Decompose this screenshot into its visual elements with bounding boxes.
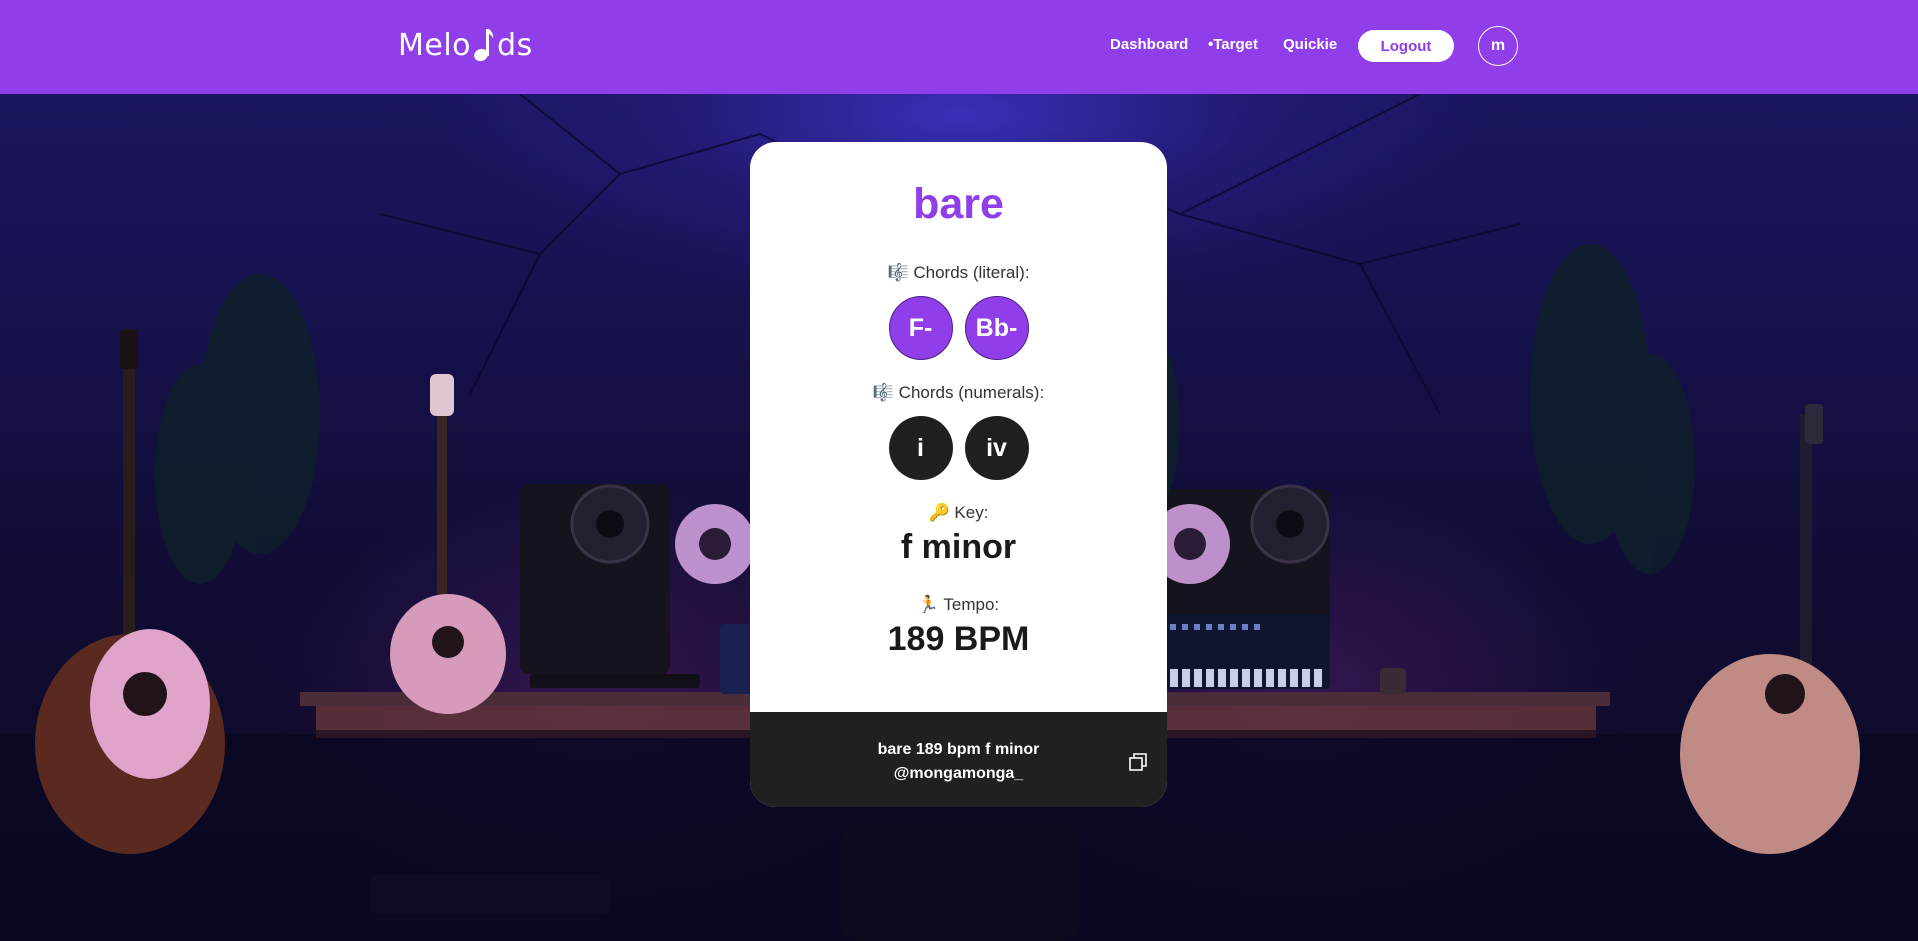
copy-icon[interactable] [1128, 752, 1148, 772]
nav-quickie-link[interactable]: Quickie [1283, 36, 1337, 53]
melochords-logo[interactable]: Melo ds [398, 23, 533, 63]
chord-literal-chip[interactable]: Bb- [964, 296, 1029, 360]
key-label: 🔑 Key: [928, 503, 989, 522]
chords-numerals-list: i iv [750, 416, 1167, 480]
logo-text-right: ds [497, 28, 533, 63]
nav-dashboard-link[interactable]: Dashboard [1110, 36, 1188, 53]
music-note-icon [474, 29, 494, 62]
card-footer: bare 189 bpm f minor @mongamonga_ [750, 712, 1167, 807]
key-value: f minor [900, 528, 1017, 566]
tempo-value: 189 BPM [887, 620, 1030, 658]
nav-target-link[interactable]: •Target [1208, 36, 1258, 53]
footer-summary: bare 189 bpm f minor [877, 741, 1040, 758]
chord-numeral-chip[interactable]: iv [964, 416, 1029, 480]
user-avatar[interactable]: m [1478, 26, 1518, 66]
song-card: bare 🎼 Chords (literal): F- Bb- 🎼 Chords… [750, 142, 1167, 807]
chords-literal-label: 🎼 Chords (literal): [887, 263, 1030, 282]
chords-numerals-label: 🎼 Chords (numerals): [872, 383, 1045, 402]
logout-button[interactable]: Logout [1358, 30, 1454, 62]
footer-text: bare 189 bpm f minor @mongamonga_ [750, 738, 1167, 786]
footer-handle: @mongamonga_ [893, 765, 1024, 782]
song-title: bare [913, 180, 1004, 228]
top-navbar: Melo ds Dashboard •Target Quickie Logout… [0, 0, 1918, 94]
logo-text-left: Melo [398, 28, 472, 63]
tempo-label: 🏃 Tempo: [917, 595, 1000, 614]
chord-numeral-chip[interactable]: i [888, 416, 953, 480]
chord-literal-chip[interactable]: F- [888, 296, 953, 360]
chords-literal-list: F- Bb- [750, 296, 1167, 360]
